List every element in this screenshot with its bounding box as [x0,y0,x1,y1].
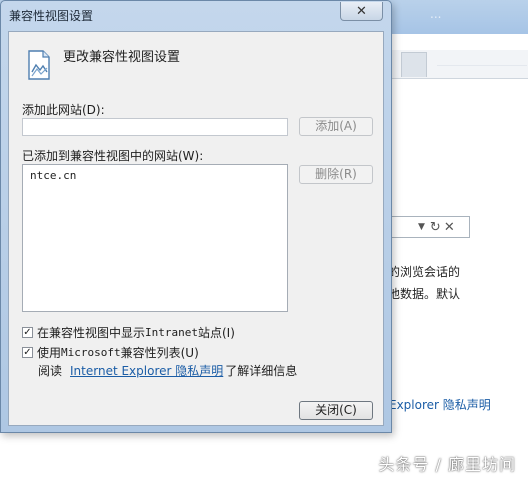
ms-list-checkbox-label-b: 兼容性列表(U) [120,346,199,360]
intranet-checkbox-row[interactable]: ✓ 在兼容性视图中显示 Intranet 站点(I) [22,324,235,341]
watermark: 头条号 / 廊里坊间 [378,455,516,474]
ms-list-checkbox[interactable]: ✓ [22,347,33,358]
background-tab[interactable] [401,52,427,77]
sites-list[interactable]: ntce.cn [22,164,288,312]
add-site-input[interactable] [22,118,288,136]
add-button[interactable]: 添加(A) [299,117,373,136]
read-suffix: 了解详细信息 [225,364,298,378]
sites-list-label: 已添加到兼容性视图中的网站(W): [22,149,204,163]
privacy-statement-link[interactable]: Internet Explorer 隐私声明 [70,362,223,379]
intranet-checkbox-label-a: 在兼容性视图中显示 [37,326,146,340]
intranet-checkbox-label-b: 站点(I) [198,326,235,340]
intranet-checkbox-label-mono: Intranet [145,326,198,339]
dialog-header-text: 更改兼容性视图设置 [63,50,181,65]
background-divider [437,65,527,66]
dialog-close-button[interactable]: ✕ [340,2,383,21]
dialog-client-area: 更改兼容性视图设置 添加此网站(D): 添加(A) 已添加到兼容性视图中的网站(… [8,31,384,426]
ms-list-checkbox-label-a: 使用 [37,346,62,360]
ms-list-checkbox-row[interactable]: ✓ 使用 Microsoft 兼容性列表(U) [22,344,199,361]
compatibility-view-dialog: 兼容性视图设置 ✕ 更改兼容性视图设置 添加此网站(D): 添加(A) 已添加到… [0,0,392,433]
dropdown-arrow-icon[interactable]: ▼ [418,222,425,232]
dialog-title: 兼容性视图设置 [9,9,94,23]
background-text-line-1: 的浏览会话的 [388,265,461,279]
remove-button[interactable]: 删除(R) [299,165,373,184]
list-item[interactable]: ntce.cn [30,169,76,182]
close-icon[interactable]: ✕ [444,220,455,235]
intranet-checkbox[interactable]: ✓ [22,327,33,338]
add-site-label: 添加此网站(D): [22,103,105,117]
document-icon [28,50,50,80]
background-privacy-link[interactable]: Explorer 隐私声明 [389,396,491,413]
ms-list-checkbox-label-mono: Microsoft [61,346,121,359]
close-button[interactable]: 关闭(C) [299,401,373,420]
background-address-icons: ▼ ↻ ✕ [418,217,455,237]
background-title: ... [430,7,442,21]
privacy-info-row: 阅读 Internet Explorer 隐私声明 了解详细信息 [38,362,297,379]
refresh-icon[interactable]: ↻ [430,220,441,235]
read-prefix: 阅读 [38,364,63,378]
background-text-line-2: 他数据。默认 [388,287,461,301]
close-icon: ✕ [356,3,367,19]
